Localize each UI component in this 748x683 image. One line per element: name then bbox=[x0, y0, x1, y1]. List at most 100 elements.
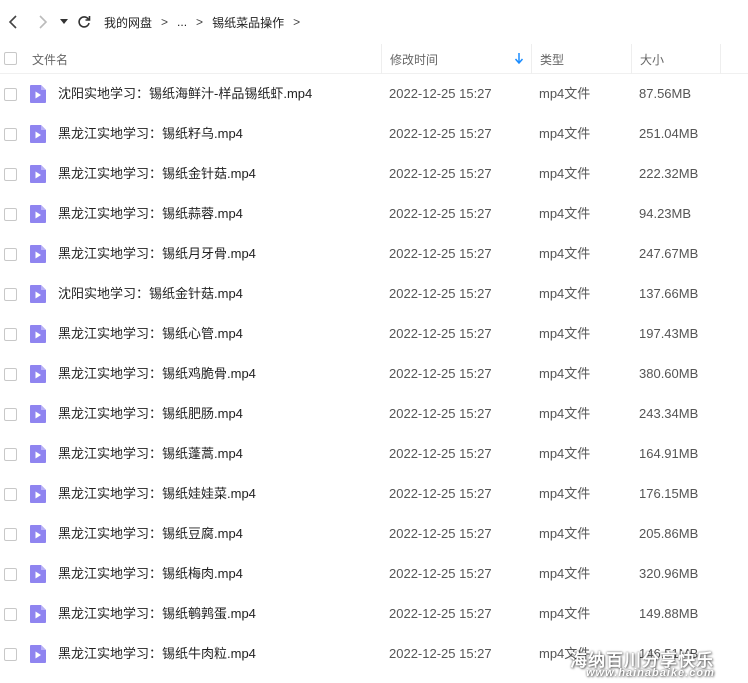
file-type: mp4文件 bbox=[539, 566, 591, 581]
file-row[interactable]: 黑龙江实地学习：锡纸月牙骨.mp4 2022-12-25 15:27 mp4文件 24… bbox=[0, 234, 748, 274]
file-modified: 2022-12-25 15:27 bbox=[389, 126, 492, 141]
file-name[interactable]: 黑龙江实地学习：锡纸豆腐.mp4 bbox=[58, 514, 243, 554]
breadcrumb-ellipsis[interactable]: ... bbox=[177, 15, 187, 29]
file-name[interactable]: 黑龙江实地学习：锡纸鸡脆骨.mp4 bbox=[58, 354, 256, 394]
file-row[interactable]: 黑龙江实地学习：锡纸豆腐.mp4 2022-12-25 15:27 mp4文件 205… bbox=[0, 514, 748, 554]
file-name[interactable]: 黑龙江实地学习：锡纸肥肠.mp4 bbox=[58, 394, 243, 434]
file-row[interactable]: 黑龙江实地学习：锡纸金针菇.mp4 2022-12-25 15:27 mp4文件 22… bbox=[0, 154, 748, 194]
video-file-icon bbox=[30, 405, 46, 423]
row-checkbox[interactable] bbox=[4, 248, 17, 261]
file-name[interactable]: 黑龙江实地学习：锡纸梅肉.mp4 bbox=[58, 554, 243, 594]
row-checkbox[interactable] bbox=[4, 488, 17, 501]
video-file-icon bbox=[30, 445, 46, 463]
row-checkbox[interactable] bbox=[4, 88, 17, 101]
file-size: 251.04MB bbox=[639, 126, 699, 141]
file-modified: 2022-12-25 15:27 bbox=[389, 486, 492, 501]
file-modified: 2022-12-25 15:27 bbox=[389, 86, 492, 101]
refresh-button[interactable] bbox=[72, 10, 96, 34]
select-all-checkbox[interactable] bbox=[4, 52, 17, 65]
video-file-icon bbox=[30, 245, 46, 263]
chevron-left-icon bbox=[8, 15, 17, 29]
file-name[interactable]: 沈阳实地学习：锡纸金针菇.mp4 bbox=[58, 274, 243, 314]
breadcrumb-current[interactable]: 锡纸菜品操作 bbox=[212, 14, 284, 31]
back-button[interactable] bbox=[2, 10, 26, 34]
file-modified: 2022-12-25 15:27 bbox=[389, 646, 492, 661]
file-size: 94.23MB bbox=[639, 206, 692, 221]
file-name[interactable]: 黑龙江实地学习：锡纸月牙骨.mp4 bbox=[58, 234, 256, 274]
refresh-icon bbox=[78, 16, 91, 28]
toolbar: 我的网盘 > ... > 锡纸菜品操作 > bbox=[0, 0, 748, 44]
row-checkbox[interactable] bbox=[4, 128, 17, 141]
breadcrumb-separator: > bbox=[293, 15, 301, 29]
file-row[interactable]: 沈阳实地学习：锡纸海鲜汁-样品锡纸虾.mp4 2022-12-25 15:27 mp… bbox=[0, 74, 748, 114]
file-name[interactable]: 黑龙江实地学习：锡纸娃娃菜.mp4 bbox=[58, 474, 256, 514]
file-modified: 2022-12-25 15:27 bbox=[389, 446, 492, 461]
forward-button[interactable] bbox=[30, 10, 54, 34]
file-modified: 2022-12-25 15:27 bbox=[389, 526, 492, 541]
file-row[interactable]: 黑龙江实地学习：锡纸梅肉.mp4 2022-12-25 15:27 mp4文件 320… bbox=[0, 554, 748, 594]
video-file-icon bbox=[30, 325, 46, 343]
file-name[interactable]: 黑龙江实地学习：锡纸心管.mp4 bbox=[58, 314, 243, 354]
column-header-size[interactable]: 大小 bbox=[631, 44, 721, 74]
file-name[interactable]: 黑龙江实地学习：锡纸牛肉粒.mp4 bbox=[58, 634, 256, 674]
row-checkbox[interactable] bbox=[4, 288, 17, 301]
row-checkbox[interactable] bbox=[4, 408, 17, 421]
file-name[interactable]: 沈阳实地学习：锡纸海鲜汁-样品锡纸虾.mp4 bbox=[58, 74, 312, 114]
column-header-modified-label: 修改时间 bbox=[390, 52, 439, 67]
row-checkbox[interactable] bbox=[4, 608, 17, 621]
file-name[interactable]: 黑龙江实地学习：锡纸蓬蒿.mp4 bbox=[58, 434, 243, 474]
file-modified: 2022-12-25 15:27 bbox=[389, 406, 492, 421]
file-size: 149.88MB bbox=[639, 606, 699, 621]
row-checkbox[interactable] bbox=[4, 448, 17, 461]
file-size: 222.32MB bbox=[639, 166, 699, 181]
file-modified: 2022-12-25 15:27 bbox=[389, 286, 492, 301]
file-type: mp4文件 bbox=[539, 86, 591, 101]
row-checkbox[interactable] bbox=[4, 528, 17, 541]
video-file-icon bbox=[30, 645, 46, 663]
row-checkbox[interactable] bbox=[4, 168, 17, 181]
column-header-modified[interactable]: 修改时间 bbox=[381, 44, 531, 74]
file-modified: 2022-12-25 15:27 bbox=[389, 606, 492, 621]
file-row[interactable]: 黑龙江实地学习：锡纸娃娃菜.mp4 2022-12-25 15:27 mp4文件 17… bbox=[0, 474, 748, 514]
row-checkbox[interactable] bbox=[4, 568, 17, 581]
file-row[interactable]: 黑龙江实地学习：锡纸牛肉粒.mp4 2022-12-25 15:27 mp4文件 14… bbox=[0, 634, 748, 674]
file-row[interactable]: 黑龙江实地学习：锡纸鸡脆骨.mp4 2022-12-25 15:27 mp4文件 38… bbox=[0, 354, 748, 394]
file-size: 247.67MB bbox=[639, 246, 699, 261]
file-row[interactable]: 黑龙江实地学习：锡纸心管.mp4 2022-12-25 15:27 mp4文件 197… bbox=[0, 314, 748, 354]
video-file-icon bbox=[30, 365, 46, 383]
row-checkbox[interactable] bbox=[4, 328, 17, 341]
file-type: mp4文件 bbox=[539, 446, 591, 461]
video-file-icon bbox=[30, 485, 46, 503]
file-row[interactable]: 黑龙江实地学习：锡纸蓬蒿.mp4 2022-12-25 15:27 mp4文件 164… bbox=[0, 434, 748, 474]
file-row[interactable]: 黑龙江实地学习：锡纸肥肠.mp4 2022-12-25 15:27 mp4文件 243… bbox=[0, 394, 748, 434]
breadcrumb-separator: > bbox=[161, 15, 169, 29]
video-file-icon bbox=[30, 525, 46, 543]
video-file-icon bbox=[30, 605, 46, 623]
file-size: 146.51MB bbox=[639, 646, 699, 661]
file-modified: 2022-12-25 15:27 bbox=[389, 206, 492, 221]
history-dropdown-button[interactable] bbox=[56, 10, 72, 34]
file-type: mp4文件 bbox=[539, 326, 591, 341]
file-name[interactable]: 黑龙江实地学习：锡纸蒜蓉.mp4 bbox=[58, 194, 243, 234]
file-name[interactable]: 黑龙江实地学习：锡纸鹌鹑蛋.mp4 bbox=[58, 594, 256, 634]
sort-descending-icon bbox=[515, 53, 523, 64]
file-size: 176.15MB bbox=[639, 486, 699, 501]
file-size: 164.91MB bbox=[639, 446, 699, 461]
file-row[interactable]: 黑龙江实地学习：锡纸籽乌.mp4 2022-12-25 15:27 mp4文件 251… bbox=[0, 114, 748, 154]
video-file-icon bbox=[30, 205, 46, 223]
column-header-name[interactable]: 文件名 bbox=[24, 44, 384, 74]
file-row[interactable]: 黑龙江实地学习：锡纸鹌鹑蛋.mp4 2022-12-25 15:27 mp4文件 14… bbox=[0, 594, 748, 634]
row-checkbox[interactable] bbox=[4, 648, 17, 661]
column-header-type[interactable]: 类型 bbox=[531, 44, 631, 74]
row-checkbox[interactable] bbox=[4, 208, 17, 221]
breadcrumb-separator: > bbox=[196, 15, 204, 29]
file-type: mp4文件 bbox=[539, 526, 591, 541]
file-name[interactable]: 黑龙江实地学习：锡纸金针菇.mp4 bbox=[58, 154, 256, 194]
file-modified: 2022-12-25 15:27 bbox=[389, 326, 492, 341]
breadcrumb-root[interactable]: 我的网盘 bbox=[104, 14, 152, 31]
file-row[interactable]: 黑龙江实地学习：锡纸蒜蓉.mp4 2022-12-25 15:27 mp4文件 94.… bbox=[0, 194, 748, 234]
video-file-icon bbox=[30, 285, 46, 303]
row-checkbox[interactable] bbox=[4, 368, 17, 381]
file-row[interactable]: 沈阳实地学习：锡纸金针菇.mp4 2022-12-25 15:27 mp4文件 137… bbox=[0, 274, 748, 314]
file-name[interactable]: 黑龙江实地学习：锡纸籽乌.mp4 bbox=[58, 114, 243, 154]
